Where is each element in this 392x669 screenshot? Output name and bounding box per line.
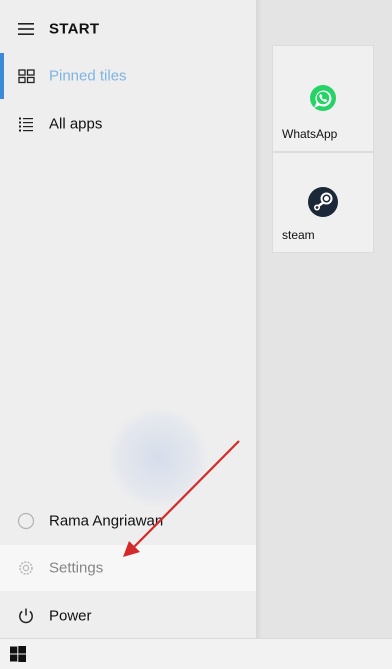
user-name: Rama Angriawan <box>49 512 164 530</box>
power-item[interactable]: Power <box>0 592 256 640</box>
pinned-tiles-label: Pinned tiles <box>49 67 127 85</box>
pinned-tiles-icon <box>16 66 36 86</box>
steam-icon <box>307 186 339 223</box>
pinned-tiles-item[interactable]: Pinned tiles <box>0 52 256 100</box>
all-apps-label: All apps <box>49 115 103 133</box>
whatsapp-icon <box>309 84 337 117</box>
steam-tile[interactable]: steam <box>272 152 374 253</box>
settings-item[interactable]: Settings <box>0 544 256 592</box>
hamburger-menu-icon[interactable] <box>16 19 36 39</box>
start-title: START <box>49 20 100 38</box>
taskbar <box>0 638 392 669</box>
windows-start-button[interactable] <box>10 646 26 662</box>
menu-divider <box>256 0 262 638</box>
all-apps-item[interactable]: All apps <box>0 100 256 148</box>
gear-icon <box>16 558 36 578</box>
loading-glow <box>108 408 208 508</box>
steam-tile-label: steam <box>282 228 315 242</box>
whatsapp-tile[interactable]: WhatsApp <box>272 45 374 152</box>
settings-label: Settings <box>49 559 104 577</box>
power-icon <box>16 606 36 626</box>
user-account-item[interactable]: Rama Angriawan <box>0 497 256 545</box>
list-icon <box>16 114 36 134</box>
whatsapp-tile-label: WhatsApp <box>282 127 338 141</box>
avatar <box>16 511 36 531</box>
start-header: START <box>0 5 256 53</box>
power-label: Power <box>49 607 92 625</box>
